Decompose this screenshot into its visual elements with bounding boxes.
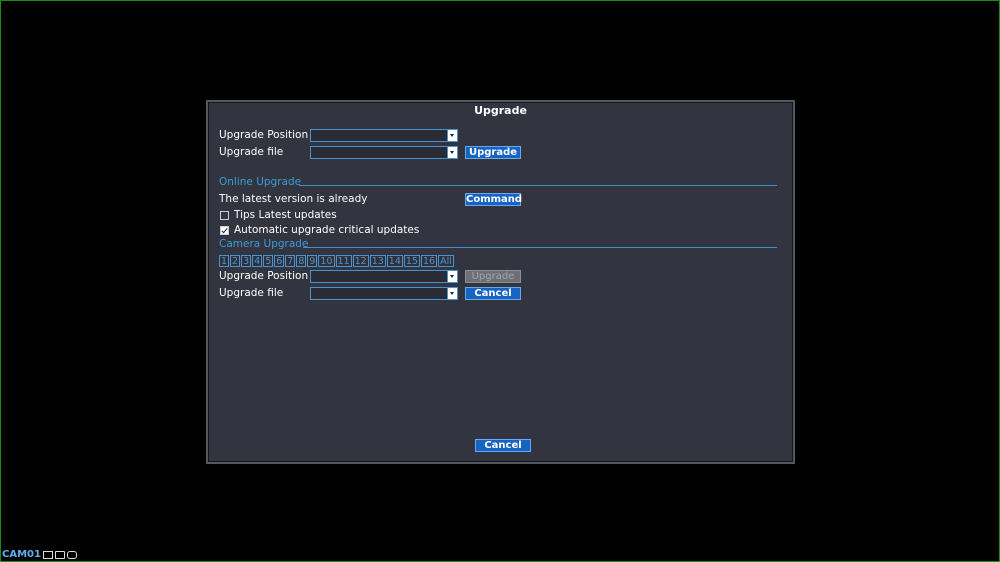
section-divider	[299, 185, 777, 186]
camera-channel-all[interactable]: All	[438, 255, 454, 267]
chevron-down-icon[interactable]	[447, 288, 457, 299]
camera-channel-12[interactable]: 12	[352, 255, 369, 267]
camera-upgrade-section-title: Camera Upgrade	[219, 238, 309, 250]
chevron-down-icon[interactable]	[447, 271, 457, 282]
camera-upgrade-button[interactable]: Upgrade	[465, 270, 521, 283]
upgrade-file-select[interactable]	[310, 146, 458, 159]
camera-channel-14[interactable]: 14	[386, 255, 403, 267]
camera-channel-6[interactable]: 6	[274, 255, 285, 267]
camera-channel-11[interactable]: 11	[335, 255, 352, 267]
camera-channel-13[interactable]: 13	[369, 255, 386, 267]
camera-channel-5[interactable]: 5	[263, 255, 274, 267]
camera-channel-16[interactable]: 16	[420, 255, 438, 267]
auto-upgrade-label: Automatic upgrade critical updates	[234, 224, 420, 236]
camera-cancel-button[interactable]: Cancel	[465, 287, 521, 300]
camera-channel-15[interactable]: 15	[403, 255, 420, 267]
camera-channel-1[interactable]: 1	[219, 255, 230, 267]
dialog-title: Upgrade	[474, 104, 527, 117]
chevron-down-icon[interactable]	[447, 130, 457, 141]
camera-channel-9[interactable]: 9	[307, 255, 318, 267]
upgrade-button[interactable]: Upgrade	[465, 146, 521, 159]
camera-upgrade-file-select[interactable]	[310, 287, 458, 300]
upgrade-position-select[interactable]	[310, 129, 458, 142]
camera-channel-4[interactable]: 4	[252, 255, 263, 267]
auto-upgrade-checkbox[interactable]	[220, 226, 229, 235]
camera-upgrade-file-label: Upgrade file	[219, 287, 284, 299]
section-divider	[303, 247, 777, 248]
command-button[interactable]: Command	[465, 193, 522, 206]
online-upgrade-section-title: Online Upgrade	[219, 176, 302, 188]
status-bar: CAM01	[2, 549, 77, 560]
tips-latest-updates-label: Tips Latest updates	[234, 209, 337, 221]
camera-icon	[66, 550, 77, 559]
version-status-text: The latest version is already	[219, 193, 368, 205]
chevron-down-icon[interactable]	[447, 147, 457, 158]
camera-upgrade-position-select[interactable]	[310, 270, 458, 283]
record-icon	[42, 550, 53, 559]
camera-upgrade-position-label: Upgrade Position	[219, 270, 309, 282]
camera-channel-2[interactable]: 2	[230, 255, 241, 267]
camera-channel-8[interactable]: 8	[296, 255, 307, 267]
camera-name: CAM01	[2, 549, 41, 560]
upgrade-file-label: Upgrade file	[219, 146, 284, 158]
camera-channel-3[interactable]: 3	[241, 255, 252, 267]
camera-channel-list: 1 2 3 4 5 6 7 8 9 10 11 12 13 14 15 16 All	[219, 255, 455, 267]
upgrade-position-label: Upgrade Position	[219, 129, 309, 141]
cancel-button[interactable]: Cancel	[475, 439, 531, 452]
tips-latest-updates-checkbox[interactable]	[220, 211, 229, 220]
upgrade-dialog: Upgrade Upgrade Position Upgrade file Up…	[206, 100, 795, 464]
camera-channel-7[interactable]: 7	[285, 255, 296, 267]
audio-mute-icon	[54, 550, 65, 559]
camera-channel-10[interactable]: 10	[318, 255, 335, 267]
screen: Upgrade Upgrade Position Upgrade file Up…	[0, 0, 1000, 562]
